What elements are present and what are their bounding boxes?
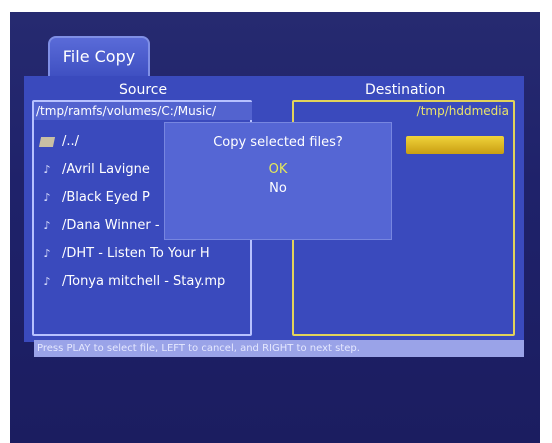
music-note-icon: ♪ [43,163,51,176]
help-bar: Press PLAY to select file, LEFT to cance… [34,340,524,357]
ok-button[interactable]: OK [165,162,391,177]
music-note-icon: ♪ [43,247,51,260]
folder-icon [38,136,56,147]
source-path: /tmp/ramfs/volumes/C:/Music/ [34,102,252,120]
confirm-dialog: Copy selected files? OK No [164,122,392,240]
window-title: File Copy [48,36,150,76]
music-note-icon: ♪ [43,275,51,288]
music-note-icon: ♪ [43,219,51,232]
list-item-label: /Avril Lavigne [62,162,150,177]
list-item[interactable]: ♪ /DHT - Listen To Your H [38,240,250,268]
list-item[interactable]: ♪ /Tonya mitchell - Stay.mp [38,268,250,296]
screen: File Copy Source Destination /tmp/ramfs/… [10,12,540,443]
list-item-label: /Black Eyed P [62,190,150,205]
list-item-label: /DHT - Listen To Your H [62,246,210,261]
destination-label: Destination [365,82,446,98]
list-item-label: /Tonya mitchell - Stay.mp [62,274,226,289]
list-item-label: /../ [62,134,80,149]
source-label: Source [119,82,168,98]
destination-path: /tmp/hddmedia [416,104,509,118]
destination-highlight[interactable] [406,136,504,154]
music-note-icon: ♪ [43,191,51,204]
no-button[interactable]: No [165,181,391,196]
dialog-message: Copy selected files? [213,135,343,150]
